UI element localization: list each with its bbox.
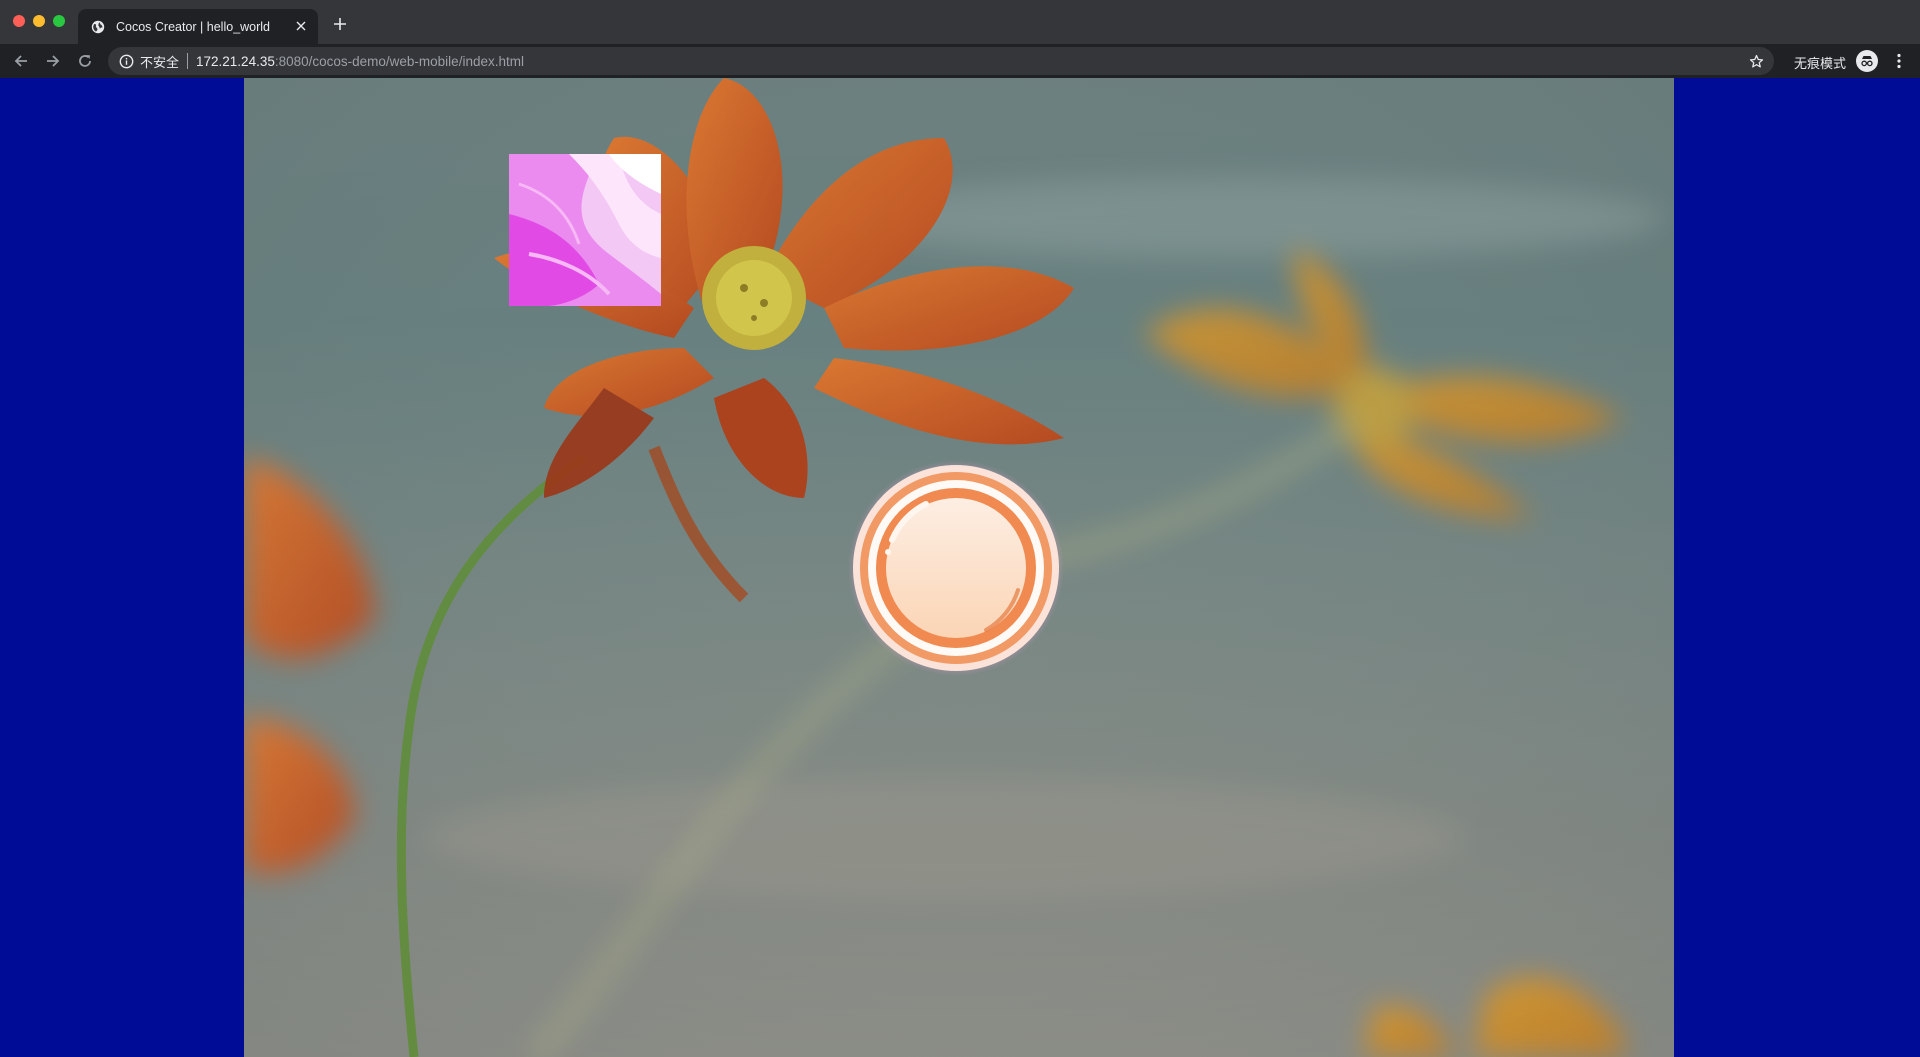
omnibox-divider	[187, 53, 189, 69]
security-status-label[interactable]: 不安全	[140, 52, 179, 71]
toolbar: 不安全 172.21.24.35:8080/cocos-demo/web-mob…	[0, 44, 1920, 78]
window-maximize-button[interactable]	[53, 15, 65, 27]
browser-chrome: Cocos Creator | hello_world 不安全 172.21.2…	[0, 0, 1920, 78]
sprite-thumbnail	[509, 154, 661, 306]
url-text[interactable]: 172.21.24.35:8080/cocos-demo/web-mobile/…	[196, 54, 524, 69]
tab-title: Cocos Creator | hello_world	[116, 19, 271, 34]
round-orange-button[interactable]	[848, 460, 1064, 676]
window-close-button[interactable]	[13, 15, 25, 27]
close-icon[interactable]	[292, 17, 310, 35]
page-viewport	[0, 78, 1920, 1057]
window-minimize-button[interactable]	[33, 15, 45, 27]
plus-icon[interactable]	[330, 14, 350, 34]
address-bar[interactable]: 不安全 172.21.24.35:8080/cocos-demo/web-mob…	[108, 47, 1774, 75]
url-path: :8080/cocos-demo/web-mobile/index.html	[274, 53, 524, 69]
reload-icon[interactable]	[73, 49, 97, 73]
url-host: 172.21.24.35	[196, 53, 275, 69]
tab-strip: Cocos Creator | hello_world	[0, 0, 1920, 44]
back-arrow-icon[interactable]	[9, 49, 33, 73]
star-icon[interactable]	[1748, 53, 1764, 69]
globe-icon	[90, 19, 106, 35]
tab-active[interactable]: Cocos Creator | hello_world	[78, 9, 318, 44]
info-icon[interactable]	[118, 53, 134, 69]
game-canvas[interactable]	[244, 78, 1674, 1057]
kebab-menu-icon[interactable]	[1888, 50, 1910, 72]
forward-arrow-icon[interactable]	[41, 49, 65, 73]
incognito-label[interactable]: 无痕模式	[1794, 53, 1846, 72]
incognito-icon[interactable]	[1856, 50, 1878, 72]
